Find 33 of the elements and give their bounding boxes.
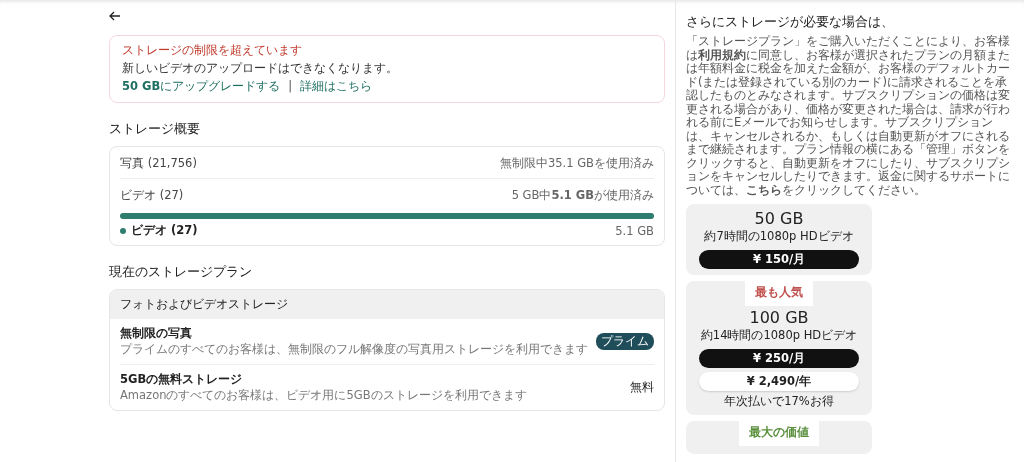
plan-description: プライムのすべてのお客様は、無制限のフル解像度の写真用ストレージを利用できます: [120, 342, 588, 357]
sidebar-heading: さらにストレージが必要な場合は、: [686, 14, 895, 31]
legend-label: ビデオ (27): [131, 223, 198, 238]
link[interactable]: 詳細はこちら: [300, 79, 373, 94]
plan-description: Amazonのすべてのお客様は、ビデオ用に5GBのストレージを利用できます: [120, 388, 527, 403]
separator: |: [288, 79, 293, 94]
alert-title: ストレージの制限を超えています: [122, 43, 303, 58]
category-label: ビデオ (27): [120, 188, 184, 203]
back-arrow-icon[interactable]: [109, 11, 121, 21]
usage-text: 無制限中35.1 GBを使用済み: [499, 156, 654, 171]
price-button[interactable]: ¥ 2,490/年: [699, 372, 859, 391]
ribbon-label: 最大の価値: [739, 421, 819, 446]
ribbon-label: 最も人気: [745, 281, 813, 306]
storage-size: 50 GB: [754, 209, 804, 228]
prime-badge: プライム: [596, 333, 654, 350]
storage-size: 100 GB: [749, 308, 809, 327]
alert-message: 新しいビデオのアップロードはできなくなります。: [122, 61, 399, 76]
price-button[interactable]: ¥ 150/月: [699, 250, 859, 269]
offer-description: 約14時間の1080p HDビデオ: [700, 328, 858, 343]
section-heading: ストレージ概要: [109, 121, 201, 138]
usage-text: 5 GB中5.1 GBが使用済み: [511, 188, 654, 203]
savings-note: 年次払いで17%お得: [724, 394, 834, 409]
price-button[interactable]: ¥ 250/月: [699, 349, 859, 368]
legend-value: 5.1 GB: [615, 223, 654, 238]
offer-description: 約7時間の1080p HDビデオ: [704, 229, 854, 244]
terms-paragraph: 「ストレージプラン」をご購入いただくことにより、お客様は利用規約に同意し、お客様が選択されたプランの月額または年額料金に税金を加えた金額が、お客様のデフォルトカード(または登録されている別のカード)に請求されることを承認したものとみなされます。サブスクリプションの価格は変更される場合があり、価格が変更された場合は、請求が行われる前にEメールでお知らせします。サブスクリプションは、キャンセルされるか、もしくは自動更新がオフにされるまで継続されます。プラン情報の横にある「管理」ボタンをクリックすると、自動更新をオフにしたり、サブスクリプションをキャンセルしたりできます。返金に関するサポートについては、こちらをクリックしてください。: [686, 35, 1011, 197]
category-label: 写真 (21,756): [120, 156, 197, 171]
plan-title: 無制限の写真: [120, 326, 193, 341]
plan-title: 5GBの無料ストレージ: [120, 372, 244, 387]
plan-section-header: フォトおよびビデオストレージ: [110, 290, 664, 319]
link[interactable]: 50 GBにアップグレードする: [122, 79, 281, 94]
section-heading: 現在のストレージプラン: [109, 264, 253, 281]
price-label: 無料: [630, 380, 654, 395]
